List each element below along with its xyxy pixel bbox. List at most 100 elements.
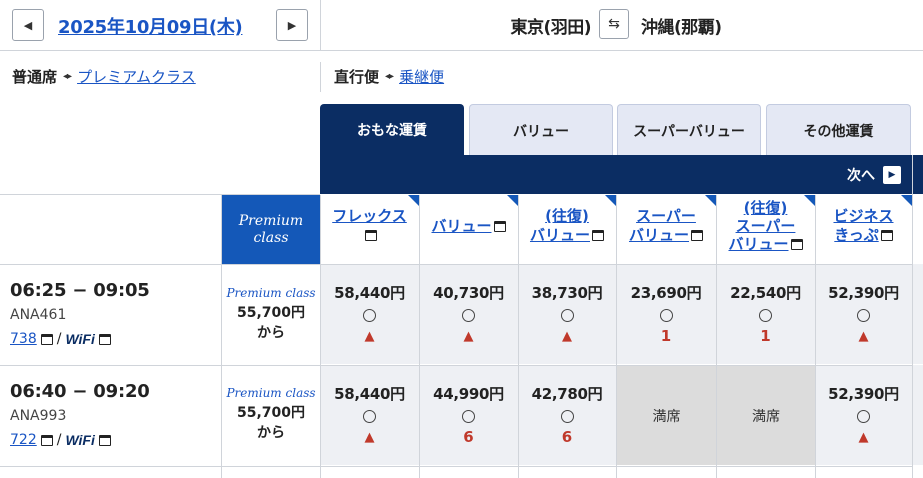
fare-header-super-value[interactable]: スーパー バリュー xyxy=(616,195,716,264)
seat-status: 1 xyxy=(760,327,771,345)
fare-header-business[interactable]: ビジネス きっぷ xyxy=(815,195,912,264)
flight-time: 06:40 − 09:20 xyxy=(10,381,150,402)
connecting-flights-link[interactable]: 乗継便 xyxy=(399,66,444,87)
fare-header-round-trip-super-value[interactable]: (往復) スーパー バリュー xyxy=(716,195,815,264)
fare-price: 52,390円 xyxy=(828,385,899,403)
flight-number: ANA461 xyxy=(10,307,67,323)
flight-equipment: 738 / WiFi xyxy=(10,331,111,347)
fare-price: 44,990円 xyxy=(433,385,504,403)
fare-header-value[interactable]: バリュー xyxy=(419,195,518,264)
fare-price: 23,690円 xyxy=(630,284,702,302)
route-header: 東京(羽田) ⇆ 沖縄(那覇) xyxy=(321,0,923,50)
cabin-toggle: 普通席 ◂▸ プレミアムクラス xyxy=(12,66,196,87)
fare-header-label[interactable]: フレックス xyxy=(332,207,407,225)
swap-icon: ⇆ xyxy=(608,16,620,32)
radio-button[interactable] xyxy=(363,410,376,423)
origin-airport: 東京(羽田) xyxy=(510,18,591,38)
fare-cell[interactable]: 23,690円 1 xyxy=(616,282,716,345)
fare-cell[interactable]: 52,390円 ▲ xyxy=(815,282,912,345)
divider xyxy=(0,50,923,51)
fare-price: 58,440円 xyxy=(334,385,405,403)
next-label: 次へ xyxy=(847,168,875,184)
fare-header-label[interactable]: ビジネス xyxy=(833,207,893,225)
premium-header-line1: Premium xyxy=(238,212,304,229)
fare-cell[interactable]: 40,730円 ▲ xyxy=(419,282,518,345)
seat-status: ▲ xyxy=(364,329,375,344)
fare-header-label[interactable]: バリュー xyxy=(629,226,689,244)
previous-day-button[interactable]: ◀ xyxy=(12,9,44,41)
premium-from: から xyxy=(257,325,285,341)
seat-status: 6 xyxy=(463,428,474,446)
divider xyxy=(912,155,913,478)
tab-bar: 次へ ▶ xyxy=(320,155,923,194)
premium-class-link[interactable]: プレミアムクラス xyxy=(77,66,196,87)
fare-price: 58,440円 xyxy=(334,284,405,302)
aircraft-link[interactable]: 722 xyxy=(10,432,37,448)
flight-number: ANA993 xyxy=(10,408,67,424)
fare-cell[interactable]: 22,540円 1 xyxy=(716,282,815,345)
radio-button[interactable] xyxy=(857,309,870,322)
arrow-right-icon: ▶ xyxy=(883,166,901,184)
radio-button[interactable] xyxy=(462,410,475,423)
aircraft-link[interactable]: 738 xyxy=(10,331,37,347)
premium-class-logo: Premium class xyxy=(226,386,316,400)
fare-cell[interactable]: 58,440円 ▲ xyxy=(320,383,419,446)
cabin-current: 普通席 xyxy=(12,68,58,86)
separator: / xyxy=(56,432,62,448)
fare-header-flex[interactable]: フレックス xyxy=(320,195,419,264)
fare-cell[interactable]: 42,780円 6 xyxy=(518,383,616,446)
fare-header-label[interactable]: (往復) xyxy=(744,199,788,217)
fare-price: 52,390円 xyxy=(828,284,899,302)
premium-fare-cell[interactable]: Premium class 55,700円 から xyxy=(222,386,320,442)
radio-button[interactable] xyxy=(462,309,475,322)
fare-header-round-trip-value[interactable]: (往復) バリュー xyxy=(518,195,616,264)
chevron-right-icon: ▶ xyxy=(287,18,297,32)
premium-header-line2: class xyxy=(253,229,289,246)
fare-header-label[interactable]: バリュー xyxy=(431,217,491,235)
radio-button[interactable] xyxy=(759,309,772,322)
fare-header-label[interactable]: スーパー xyxy=(736,217,796,235)
fare-header-label[interactable]: きっぷ xyxy=(834,226,878,244)
tab-main-fares[interactable]: おもな運賃 xyxy=(320,104,464,156)
tab-value[interactable]: バリュー xyxy=(469,104,613,156)
fare-price: 42,780円 xyxy=(531,385,603,403)
seat-status: 1 xyxy=(660,327,672,345)
swap-route-button[interactable]: ⇆ xyxy=(599,9,629,39)
wifi-icon[interactable]: WiFi xyxy=(65,331,94,347)
fare-cell[interactable]: 52,390円 ▲ xyxy=(815,383,912,446)
next-day-button[interactable]: ▶ xyxy=(276,9,308,41)
seat-status: ▲ xyxy=(858,430,869,445)
fare-header-label[interactable]: バリュー xyxy=(530,226,590,244)
radio-button[interactable] xyxy=(560,410,574,423)
window-icon xyxy=(364,229,377,241)
fare-price: 22,540円 xyxy=(730,284,801,302)
destination-airport: 沖縄(那覇) xyxy=(641,18,722,38)
fare-header-label[interactable]: (往復) xyxy=(545,207,589,225)
wifi-icon[interactable]: WiFi xyxy=(65,432,94,448)
corner-marker xyxy=(507,195,518,206)
radio-button[interactable] xyxy=(363,309,376,322)
divider xyxy=(0,466,912,467)
tab-other-fares[interactable]: その他運賃 xyxy=(766,104,911,156)
next-fares-button[interactable]: 次へ ▶ xyxy=(847,165,901,185)
fare-cell[interactable]: 44,990円 6 xyxy=(419,383,518,446)
corner-marker xyxy=(408,195,419,206)
window-icon xyxy=(592,229,604,241)
fare-price: 40,730円 xyxy=(433,284,504,302)
premium-fare-cell[interactable]: Premium class 55,700円 から xyxy=(222,286,320,342)
fare-header-label[interactable]: スーパー xyxy=(636,207,696,225)
seat-status: ▲ xyxy=(364,430,375,445)
switch-arrows-icon: ◂▸ xyxy=(63,71,72,82)
sold-out-cell: 満席 xyxy=(717,366,815,465)
fare-header-label[interactable]: バリュー xyxy=(728,235,788,253)
radio-button[interactable] xyxy=(659,309,673,322)
fare-cell[interactable]: 58,440円 ▲ xyxy=(320,282,419,345)
radio-button[interactable] xyxy=(857,410,870,423)
tab-super-value[interactable]: スーパーバリュー xyxy=(617,104,761,156)
corner-marker xyxy=(901,195,912,206)
selected-date-link[interactable]: 2025年10月09日(木) xyxy=(58,13,243,39)
radio-button[interactable] xyxy=(560,309,574,322)
fare-cell[interactable]: 38,730円 ▲ xyxy=(518,282,616,345)
switch-arrows-icon: ◂▸ xyxy=(385,71,394,82)
premium-class-header: Premium class xyxy=(222,195,320,264)
